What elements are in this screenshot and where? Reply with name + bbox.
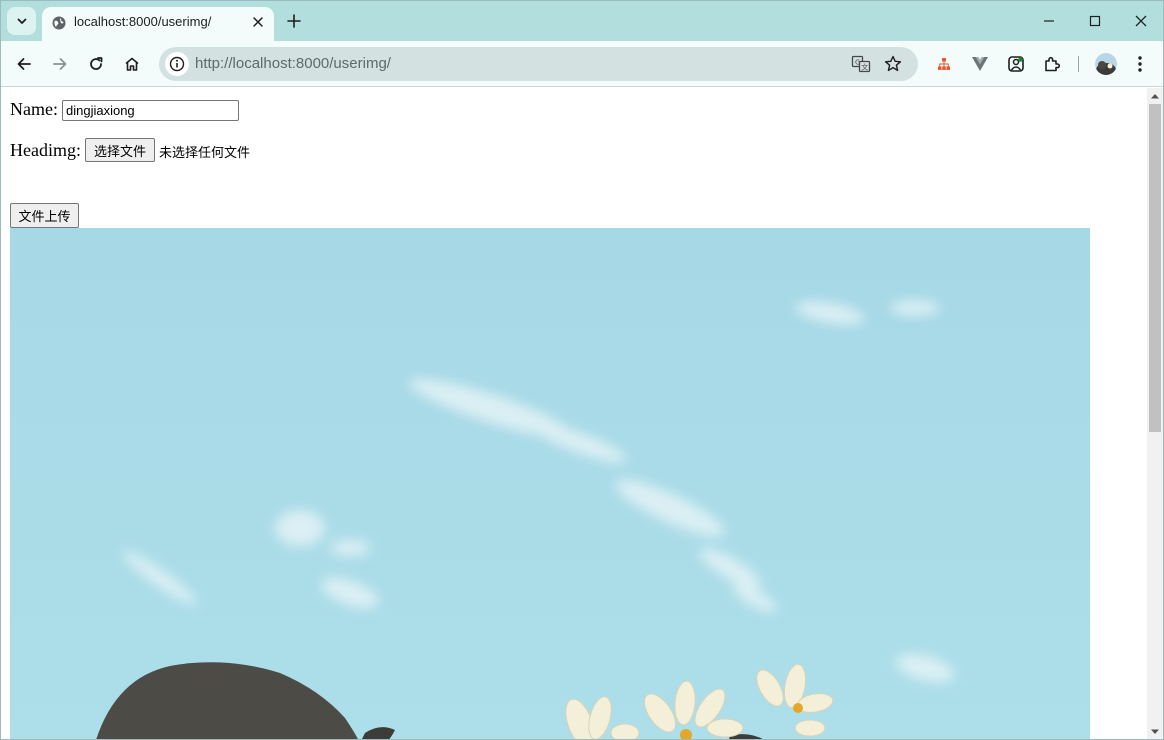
toolbar-separator	[1078, 56, 1079, 72]
translate-icon[interactable]: G文	[851, 54, 871, 74]
forward-button[interactable]	[46, 50, 74, 78]
vue-icon	[972, 57, 988, 71]
minimize-icon	[1044, 20, 1054, 22]
tab-active[interactable]: localhost:8000/userimg/	[42, 7, 274, 41]
extension-profile-icon	[1008, 56, 1024, 72]
uploaded-headimg-photo	[10, 228, 1090, 739]
extension-sitemap-button[interactable]	[933, 53, 955, 75]
toolbar: http://localhost:8000/userimg/ G文	[1, 41, 1163, 87]
upload-button[interactable]: 文件上传	[10, 203, 79, 228]
scroll-up-arrow-icon	[1151, 94, 1159, 99]
url-prefix: http://	[195, 55, 233, 72]
home-button[interactable]	[118, 50, 146, 78]
close-window-button[interactable]	[1126, 7, 1156, 35]
url-host: localhost:8000/userimg/	[232, 55, 391, 72]
page-viewport: Name: dingjiaxiong Headimg: 选择文件 未选择任何文件…	[1, 88, 1147, 739]
scroll-up-button[interactable]	[1147, 88, 1163, 104]
back-button[interactable]	[10, 50, 38, 78]
extension-vue-button[interactable]	[969, 53, 991, 75]
plus-icon	[287, 14, 301, 28]
vertical-scrollbar[interactable]	[1147, 88, 1163, 739]
site-info-button[interactable]	[165, 52, 189, 76]
maximize-icon	[1089, 15, 1101, 27]
back-arrow-icon	[17, 58, 31, 70]
name-input[interactable]: dingjiaxiong	[62, 100, 239, 121]
sitemap-icon	[938, 58, 950, 70]
home-icon	[125, 57, 139, 71]
forward-arrow-icon	[53, 58, 67, 70]
url-text: http://localhost:8000/userimg/	[195, 55, 391, 72]
reload-icon	[90, 57, 103, 70]
scroll-down-button[interactable]	[1147, 724, 1163, 739]
scroll-down-arrow-icon	[1151, 729, 1159, 734]
close-icon	[1135, 15, 1147, 27]
puzzle-icon	[1045, 56, 1061, 72]
no-file-selected-text: 未选择任何文件	[159, 146, 251, 161]
address-bar[interactable]: http://localhost:8000/userimg/ G文	[159, 47, 918, 81]
name-label: Name:	[10, 99, 58, 119]
globe-icon	[52, 16, 66, 30]
headimg-label: Headimg:	[10, 140, 81, 160]
kebab-menu-icon	[1138, 56, 1142, 72]
svg-text:文: 文	[861, 63, 868, 72]
browser-window: localhost:8000/userimg/ http://localhost…	[0, 0, 1164, 740]
profile-avatar[interactable]	[1095, 53, 1117, 75]
avatar-image	[1095, 53, 1117, 75]
tab-close-button[interactable]	[250, 14, 266, 30]
new-tab-button[interactable]	[283, 10, 305, 32]
extension-profile-button[interactable]	[1005, 53, 1027, 75]
tab-strip: localhost:8000/userimg/	[1, 1, 1163, 41]
tab-search-button[interactable]	[7, 7, 36, 35]
reload-button[interactable]	[82, 50, 110, 78]
star-icon[interactable]	[883, 54, 903, 74]
chevron-down-icon	[17, 18, 26, 24]
scroll-thumb[interactable]	[1149, 104, 1161, 432]
close-icon	[253, 17, 263, 27]
maximize-button[interactable]	[1080, 7, 1110, 35]
choose-file-button[interactable]: 选择文件	[85, 138, 155, 162]
browser-menu-button[interactable]	[1129, 53, 1151, 75]
tab-title: localhost:8000/userimg/	[74, 14, 212, 29]
extensions-button[interactable]	[1041, 53, 1063, 75]
info-icon	[169, 56, 185, 72]
minimize-button[interactable]	[1034, 7, 1064, 35]
